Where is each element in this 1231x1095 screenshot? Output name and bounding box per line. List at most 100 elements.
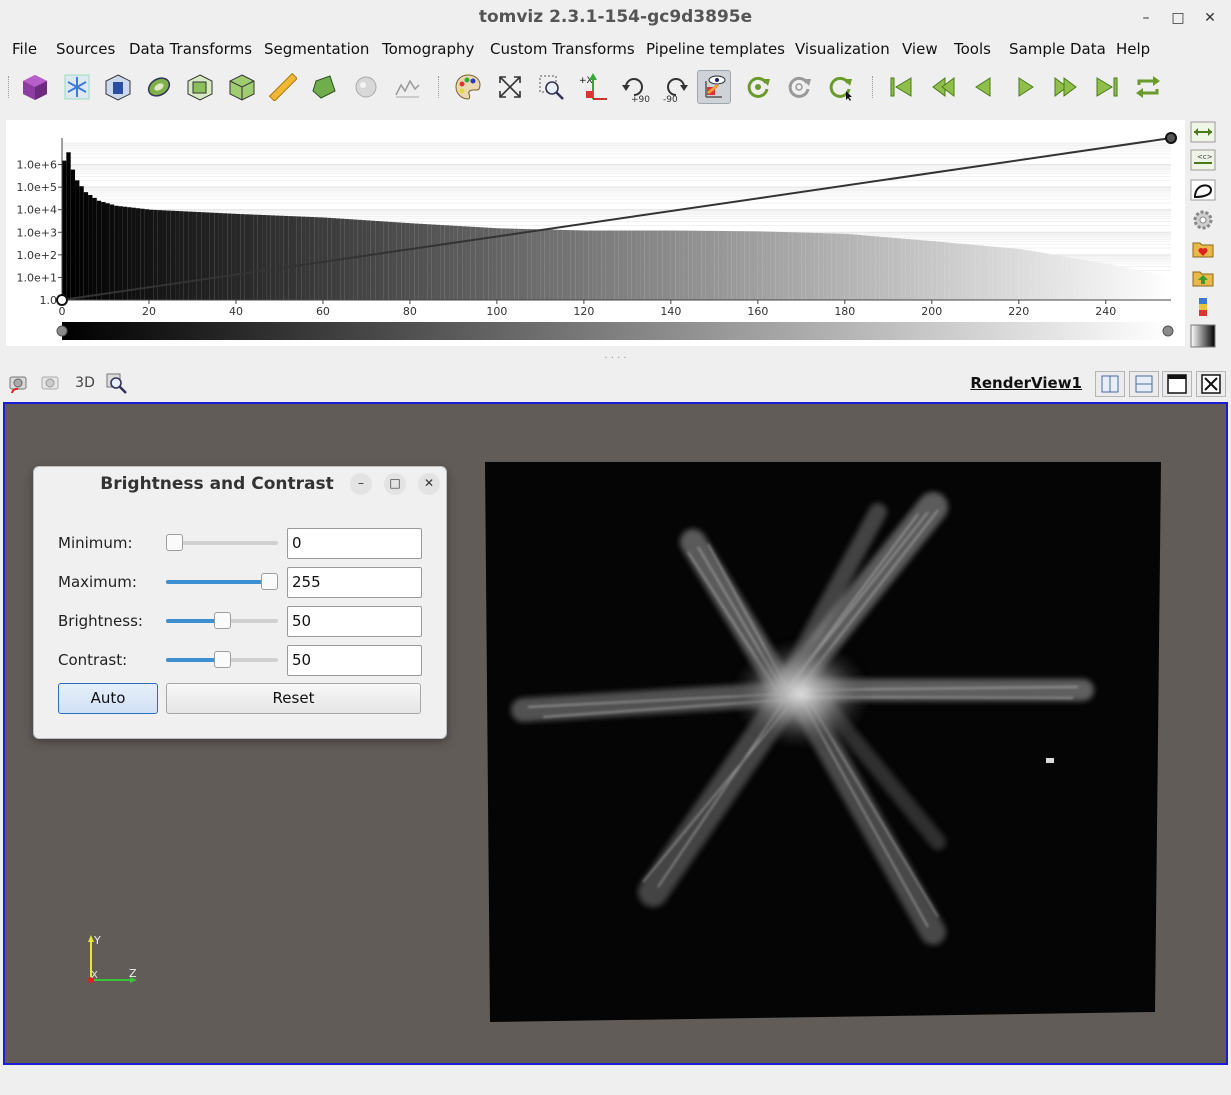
menu-view[interactable]: View [902, 40, 938, 58]
histogram-bar [892, 237, 898, 300]
refresh-outline-icon[interactable] [782, 70, 816, 104]
menu-sample-data[interactable]: Sample Data [1009, 40, 1106, 58]
close-button[interactable]: ✕ [1200, 8, 1220, 28]
opacity-point-end[interactable] [1165, 132, 1177, 144]
save-preset-icon[interactable] [1188, 236, 1218, 262]
next-frame-icon[interactable] [1049, 70, 1083, 104]
dialog-maximize-button[interactable]: □ [384, 473, 406, 495]
fit-view-icon[interactable] [493, 70, 527, 104]
contrast-input[interactable]: 50 [287, 645, 422, 676]
histogram-bar [936, 241, 941, 300]
maximum-slider-handle[interactable] [261, 573, 278, 590]
view-3d-toggle[interactable]: 3D [74, 372, 96, 394]
box-outline-icon[interactable] [101, 70, 135, 104]
histogram-bar [905, 239, 911, 300]
maximize-view-button[interactable] [1162, 371, 1192, 397]
cube-icon[interactable] [18, 70, 52, 104]
histogram-chart[interactable]: 0 20 40 60 80 100 120 140 160 180 200 220 240 1.0 1.0e… [6, 120, 1185, 346]
menu-sources[interactable]: Sources [56, 40, 115, 58]
menu-custom-transforms[interactable]: Custom Transforms [490, 40, 635, 58]
brightness-input[interactable]: 50 [287, 606, 422, 637]
histogram-bar [570, 230, 576, 300]
first-frame-icon[interactable] [884, 70, 918, 104]
colormap-min-handle[interactable] [56, 325, 68, 337]
refresh-cursor-icon[interactable] [823, 70, 857, 104]
histogram-bar [1023, 249, 1028, 300]
ruler-icon[interactable] [266, 70, 300, 104]
histogram-bar [318, 217, 323, 300]
colormap-bar[interactable] [62, 322, 1169, 340]
histogram-bar [375, 220, 380, 300]
histogram-bar [305, 216, 310, 300]
maximize-button[interactable]: □ [1168, 8, 1188, 28]
play-icon[interactable] [1008, 70, 1042, 104]
menu-visualization[interactable]: Visualization [795, 40, 890, 58]
render-view[interactable]: Brightness and Contrast – □ ✕ Minimum: 0… [3, 402, 1228, 1065]
rotate-plus90-icon[interactable]: +90 [617, 70, 651, 104]
view-name-label[interactable]: RenderView1 [970, 372, 1082, 394]
menu-tomography[interactable]: Tomography [382, 40, 474, 58]
histogram-bar [1131, 269, 1137, 300]
volume-rendering[interactable] [483, 462, 1163, 1024]
settings-gear-icon[interactable] [1188, 207, 1218, 233]
reset-range-icon[interactable] [1188, 119, 1218, 145]
minimum-input[interactable]: 0 [287, 528, 422, 559]
camera-undo-icon[interactable] [8, 372, 30, 394]
minimum-slider-handle[interactable] [166, 534, 183, 551]
snowflake-icon[interactable] [60, 70, 94, 104]
menu-data-transforms[interactable]: Data Transforms [129, 40, 252, 58]
play-back-icon[interactable] [967, 70, 1001, 104]
shape-icon[interactable] [307, 70, 341, 104]
histogram-bar [70, 169, 76, 300]
maximum-label: Maximum: [58, 573, 137, 591]
zoom-selection-icon[interactable] [534, 70, 568, 104]
sphere-icon[interactable] [349, 70, 383, 104]
split-vertical-button[interactable] [1129, 371, 1159, 397]
histogram-panel[interactable]: 0 20 40 60 80 100 120 140 160 180 200 220 240 1.0 1.0e… [6, 120, 1185, 346]
split-horizontal-button[interactable] [1095, 371, 1125, 397]
maximum-input[interactable]: 255 [287, 567, 422, 598]
histogram-bar [501, 228, 506, 300]
ring-icon[interactable] [142, 70, 176, 104]
color-legend-icon[interactable] [1188, 294, 1218, 320]
menu-segmentation[interactable]: Segmentation [264, 40, 369, 58]
brightness-slider-handle[interactable] [213, 612, 231, 629]
last-frame-icon[interactable] [1090, 70, 1124, 104]
reset-button[interactable]: Reset [166, 683, 421, 714]
close-view-button[interactable] [1196, 371, 1226, 397]
loop-icon[interactable] [1131, 70, 1165, 104]
import-preset-icon[interactable] [1188, 265, 1218, 291]
eye-pick-icon[interactable] [697, 70, 731, 104]
custom-range-icon[interactable]: <c> [1188, 147, 1218, 173]
contrast-slider-handle[interactable] [213, 651, 231, 668]
cube-outline-icon[interactable] [225, 70, 259, 104]
dialog-close-button[interactable]: ✕ [418, 473, 440, 495]
rotate-minus90-icon[interactable]: -90 [659, 70, 693, 104]
clip-box-icon[interactable] [183, 70, 217, 104]
colormap-max-handle[interactable] [1162, 325, 1174, 337]
toggle-legend-icon[interactable] [1188, 177, 1218, 203]
maximum-slider[interactable] [166, 572, 278, 592]
histogram-bar [540, 229, 545, 300]
gradient-opacity-icon[interactable] [1188, 323, 1218, 349]
panel-splitter[interactable]: · · · · [0, 354, 1231, 365]
minimize-button[interactable]: – [1136, 8, 1156, 28]
minimum-slider[interactable] [166, 533, 278, 553]
brightness-slider[interactable] [166, 611, 278, 631]
zoom-data-icon[interactable] [104, 372, 128, 394]
dialog-minimize-button[interactable]: – [350, 473, 372, 495]
histogram-line-icon[interactable] [390, 70, 424, 104]
menu-help[interactable]: Help [1116, 40, 1150, 58]
menu-file[interactable]: File [12, 40, 37, 58]
refresh-icon[interactable] [741, 70, 775, 104]
auto-button[interactable]: Auto [58, 683, 158, 714]
contrast-slider[interactable] [166, 650, 278, 670]
prev-frame-icon[interactable] [926, 70, 960, 104]
axes-icon[interactable]: +X [576, 70, 610, 104]
palette-icon[interactable] [451, 70, 485, 104]
camera-redo-icon[interactable] [40, 372, 62, 394]
histogram-bar [949, 242, 954, 300]
menu-pipeline-templates[interactable]: Pipeline templates [646, 40, 785, 58]
opacity-point-start[interactable] [56, 294, 68, 306]
menu-tools[interactable]: Tools [954, 40, 991, 58]
